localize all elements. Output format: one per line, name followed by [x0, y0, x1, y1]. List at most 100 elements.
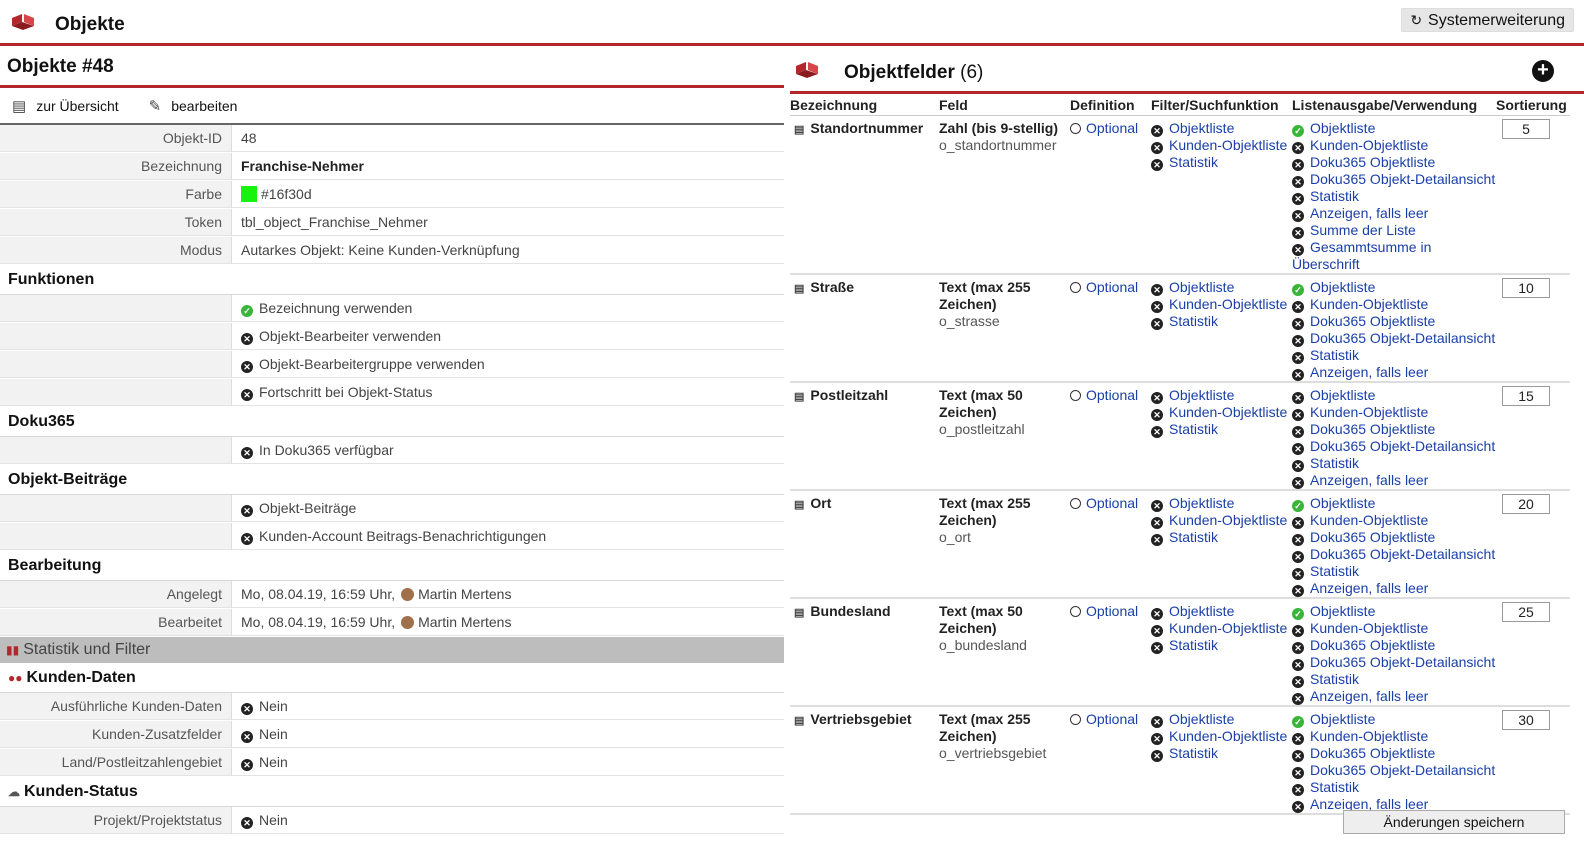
list-option[interactable]: ✕ Statistik [1292, 779, 1496, 796]
system-extension-button[interactable]: ↻ Systemerweiterung [1401, 8, 1574, 32]
filter-option[interactable]: ✕ Kunden-Objektliste [1151, 512, 1292, 529]
filter-option[interactable]: ✕ Statistik [1151, 421, 1292, 438]
list-option[interactable]: ✕ Doku365 Objektliste [1292, 529, 1496, 546]
sort-input[interactable]: 5 [1502, 118, 1550, 139]
list-option[interactable]: ✕ Doku365 Objekt-Detailansicht [1292, 171, 1496, 188]
definition-optional[interactable]: Optional [1070, 279, 1138, 295]
list-option[interactable]: ✕ Anzeigen, falls leer [1292, 205, 1496, 222]
list-option[interactable]: ✕ Doku365 Objektliste [1292, 313, 1496, 330]
list-option[interactable]: ✕ Doku365 Objektliste [1292, 421, 1496, 438]
list-option[interactable]: ✕ Gesammtsumme in Überschrift [1292, 239, 1496, 272]
cross-icon: ✕ [1292, 459, 1304, 472]
list-option[interactable]: ✕ Kunden-Objektliste [1292, 296, 1496, 313]
field-name[interactable]: ▤ Postleitzahl [790, 387, 939, 406]
list-option[interactable]: ✕ Kunden-Objektliste [1292, 137, 1496, 154]
list-option[interactable]: ✓ Objektliste [1292, 495, 1496, 512]
add-field-button[interactable]: + [1532, 60, 1554, 82]
list-option[interactable]: ✕ Statistik [1292, 455, 1496, 472]
check-icon: ✓ [1292, 283, 1304, 296]
list-option[interactable]: ✕ Statistik [1292, 188, 1496, 205]
history-user[interactable]: Martin Mertens [418, 586, 511, 602]
list-label: Doku365 Objekt-Detailansicht [1310, 170, 1496, 187]
statistics-filter-band[interactable]: ▮▮ Statistik und Filter [0, 637, 784, 663]
field-row: Objekt-ID 48 [0, 125, 784, 153]
sort-input[interactable]: 15 [1502, 385, 1550, 406]
list-option[interactable]: ✓ Objektliste [1292, 279, 1496, 296]
list-option[interactable]: ✕ Doku365 Objekt-Detailansicht [1292, 762, 1496, 779]
field-name[interactable]: ▤ Bundesland [790, 603, 939, 622]
definition-optional[interactable]: Optional [1070, 603, 1138, 619]
list-option[interactable]: ✕ Objektliste [1292, 387, 1496, 404]
filter-option[interactable]: ✕ Objektliste [1151, 603, 1292, 620]
filter-option[interactable]: ✕ Statistik [1151, 154, 1292, 171]
section-kunden-daten: ●● Kunden-Daten [0, 663, 784, 693]
filter-option[interactable]: ✕ Kunden-Objektliste [1151, 620, 1292, 637]
list-option[interactable]: ✕ Anzeigen, falls leer [1292, 364, 1496, 380]
list-option[interactable]: ✓ Objektliste [1292, 120, 1496, 137]
list-option[interactable]: ✕ Kunden-Objektliste [1292, 620, 1496, 637]
list-option[interactable]: ✕ Doku365 Objekt-Detailansicht [1292, 330, 1496, 347]
filter-option[interactable]: ✕ Objektliste [1151, 279, 1292, 296]
check-icon: ✓ [1292, 607, 1304, 620]
list-option[interactable]: ✕ Doku365 Objekt-Detailansicht [1292, 546, 1496, 563]
field-name[interactable]: ▤ Straße [790, 279, 939, 298]
list-label: Doku365 Objektliste [1310, 312, 1436, 329]
definition-optional[interactable]: Optional [1070, 711, 1138, 727]
filter-option[interactable]: ✕ Statistik [1151, 637, 1292, 654]
list-option[interactable]: ✕ Doku365 Objektliste [1292, 745, 1496, 762]
list-option[interactable]: ✓ Objektliste [1292, 711, 1496, 728]
save-changes-button[interactable]: Änderungen speichern [1343, 810, 1565, 834]
list-label: Anzeigen, falls leer [1310, 687, 1429, 704]
definition-optional[interactable]: Optional [1070, 120, 1138, 136]
list-option[interactable]: ✕ Kunden-Objektliste [1292, 728, 1496, 745]
section-bearbeitung: Bearbeitung [0, 551, 784, 581]
sort-input[interactable]: 20 [1502, 493, 1550, 514]
filter-option[interactable]: ✕ Objektliste [1151, 495, 1292, 512]
definition-label: Optional [1086, 602, 1139, 619]
cross-icon: ✕ [241, 817, 253, 829]
filter-option[interactable]: ✕ Kunden-Objektliste [1151, 728, 1292, 745]
list-option[interactable]: ✕ Anzeigen, falls leer [1292, 472, 1496, 488]
list-option[interactable]: ✕ Statistik [1292, 671, 1496, 688]
list-label: Objektliste [1310, 278, 1376, 295]
field-name[interactable]: ▤ Vertriebsgebiet [790, 711, 939, 730]
filter-option[interactable]: ✕ Statistik [1151, 529, 1292, 546]
statistics-label: Statistik und Filter [23, 641, 151, 658]
list-option[interactable]: ✕ Kunden-Objektliste [1292, 512, 1496, 529]
list-option[interactable]: ✓ Objektliste [1292, 603, 1496, 620]
filter-option[interactable]: ✕ Kunden-Objektliste [1151, 404, 1292, 421]
field-value: 48 [232, 125, 784, 152]
cross-icon: ✕ [1151, 641, 1163, 654]
object-fields-table: Bezeichnung Feld Definition Filter/Suchf… [790, 94, 1570, 815]
sort-input[interactable]: 30 [1502, 709, 1550, 730]
field-name[interactable]: ▤ Ort [790, 495, 939, 514]
list-option[interactable]: ✕ Anzeigen, falls leer [1292, 580, 1496, 596]
history-user[interactable]: Martin Mertens [418, 614, 511, 630]
list-option[interactable]: ✕ Statistik [1292, 347, 1496, 364]
list-option[interactable]: ✕ Kunden-Objektliste [1292, 404, 1496, 421]
field-name[interactable]: ▤ Standortnummer [790, 120, 939, 139]
definition-optional[interactable]: Optional [1070, 495, 1138, 511]
sort-input[interactable]: 25 [1502, 601, 1550, 622]
filter-option[interactable]: ✕ Objektliste [1151, 711, 1292, 728]
filter-option[interactable]: ✕ Objektliste [1151, 120, 1292, 137]
list-option[interactable]: ✕ Doku365 Objektliste [1292, 154, 1496, 171]
definition-optional[interactable]: Optional [1070, 387, 1138, 403]
list-option[interactable]: ✕ Doku365 Objekt-Detailansicht [1292, 654, 1496, 671]
list-label: Statistik [1310, 346, 1360, 363]
filter-option[interactable]: ✕ Objektliste [1151, 387, 1292, 404]
filter-option[interactable]: ✕ Statistik [1151, 313, 1292, 330]
list-option[interactable]: ✕ Summe der Liste [1292, 222, 1496, 239]
filter-option[interactable]: ✕ Statistik [1151, 745, 1292, 762]
filter-option[interactable]: ✕ Kunden-Objektliste [1151, 296, 1292, 313]
app-title: Objekte [55, 14, 125, 35]
filter-option[interactable]: ✕ Kunden-Objektliste [1151, 137, 1292, 154]
overview-link[interactable]: ▤ zur Übersicht [12, 97, 119, 115]
sort-input[interactable]: 10 [1502, 277, 1550, 298]
list-option[interactable]: ✕ Doku365 Objektliste [1292, 637, 1496, 654]
list-option[interactable]: ✕ Anzeigen, falls leer [1292, 687, 1496, 704]
list-option[interactable]: ✕ Statistik [1292, 563, 1496, 580]
field-value: Autarkes Objekt: Keine Kunden-Verknüpfun… [232, 237, 784, 264]
edit-link[interactable]: ✎ bearbeiten [149, 97, 238, 115]
list-option[interactable]: ✕ Doku365 Objekt-Detailansicht [1292, 438, 1496, 455]
